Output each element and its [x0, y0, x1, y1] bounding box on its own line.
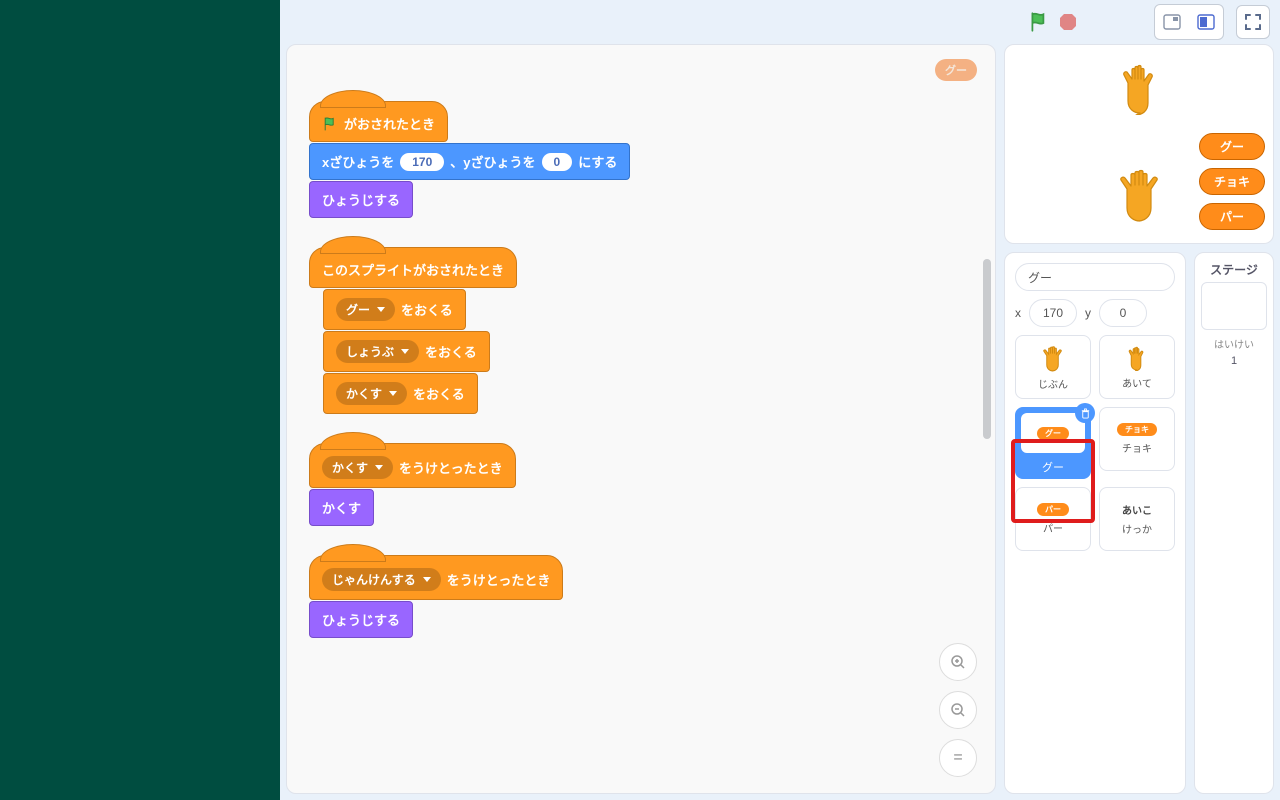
y-input[interactable]: 0	[542, 153, 573, 171]
block-label: ひょうじする	[322, 610, 400, 629]
goto-xy-block[interactable]: xざひょうを 170 、yざひょうを 0 にする	[309, 143, 630, 180]
y-label: y	[1085, 306, 1091, 320]
fullscreen-button[interactable]	[1236, 5, 1270, 39]
sprite-tile-pa[interactable]: パー パー	[1015, 487, 1091, 551]
small-stage-button[interactable]	[1158, 8, 1186, 36]
sprite-label: けっか	[1122, 521, 1152, 536]
large-stage-button[interactable]	[1192, 8, 1220, 36]
broadcast-block[interactable]: しょうぶをおくる	[323, 331, 490, 372]
y-input[interactable]: 0	[1099, 299, 1147, 327]
block-label: 、yざひょうを	[450, 152, 535, 171]
zoom-in-button[interactable]	[939, 643, 977, 681]
x-input[interactable]: 170	[1029, 299, 1077, 327]
sprite-label: じぶん	[1038, 376, 1068, 391]
stage-button-choki[interactable]: チョキ	[1199, 168, 1265, 195]
sprite-aite[interactable]	[1115, 61, 1165, 115]
message-dropdown[interactable]: しょうぶ	[336, 340, 419, 363]
broadcast-block[interactable]: グーをおくる	[323, 289, 466, 330]
sprite-thumb-text: あいこ	[1122, 502, 1152, 517]
stage-button-gu[interactable]: グー	[1199, 133, 1265, 160]
show-block[interactable]: ひょうじする	[309, 181, 413, 218]
broadcast-block[interactable]: かくすをおくる	[323, 373, 478, 414]
sprite-pane: x 170 y 0 じぶん あいて	[1004, 252, 1186, 794]
stage-header	[280, 0, 1280, 44]
sprite-thumb-pill: チョキ	[1117, 423, 1157, 436]
app-main: グー がおされたとき xざひょうを 170 、yざひょうを 0 にする	[280, 0, 1280, 800]
block-label: にする	[578, 152, 617, 171]
delete-sprite-icon[interactable]	[1075, 403, 1095, 423]
block-label: がおされたとき	[344, 114, 435, 133]
sprite-tile-kekka[interactable]: あいこ けっか	[1099, 487, 1175, 551]
stage-button-pa[interactable]: パー	[1199, 203, 1265, 230]
sprite-tile-aite[interactable]: あいて	[1099, 335, 1175, 399]
hide-block[interactable]: かくす	[309, 489, 374, 526]
sprite-label: グー	[1017, 457, 1089, 477]
x-label: x	[1015, 306, 1021, 320]
stage-thumbnail[interactable]	[1201, 282, 1267, 330]
sprite-jibun[interactable]	[1113, 165, 1167, 223]
stop-icon[interactable]	[1058, 12, 1078, 32]
message-dropdown[interactable]: じゃんけんする	[322, 568, 441, 591]
block-label: をおくる	[413, 384, 465, 403]
block-label: をおくる	[401, 300, 453, 319]
zoom-out-button[interactable]	[939, 691, 977, 729]
show-block[interactable]: ひょうじする	[309, 601, 413, 638]
scrollbar[interactable]	[983, 259, 991, 439]
block-label: ひょうじする	[322, 190, 400, 209]
stage-selector[interactable]: ステージ はいけい 1	[1194, 252, 1274, 794]
green-flag-icon[interactable]	[1028, 11, 1050, 33]
when-sprite-clicked-block[interactable]: このスプライトがおされたとき	[309, 247, 517, 288]
sprite-thumb-pill: グー	[1037, 427, 1069, 440]
script-area[interactable]: グー がおされたとき xざひょうを 170 、yざひょうを 0 にする	[286, 44, 996, 794]
flag-icon	[322, 116, 338, 132]
sprite-watermark: グー	[935, 59, 977, 81]
stage-title: ステージ	[1199, 261, 1269, 278]
block-label: をおくる	[425, 342, 477, 361]
sprite-label: あいて	[1122, 375, 1152, 390]
backdrops-label: はいけい	[1199, 336, 1269, 351]
message-dropdown[interactable]: グー	[336, 298, 395, 321]
block-label: xざひょうを	[322, 152, 394, 171]
backdrops-count: 1	[1199, 355, 1269, 367]
sprite-thumb-pill: パー	[1037, 503, 1069, 516]
block-label: かくす	[322, 498, 361, 517]
zoom-reset-button[interactable]: =	[939, 739, 977, 777]
stage-size-toggle	[1154, 4, 1224, 40]
block-label: このスプライトがおされたとき	[322, 260, 504, 279]
block-label: をうけとったとき	[399, 458, 503, 477]
when-flag-clicked-block[interactable]: がおされたとき	[309, 101, 448, 142]
x-input[interactable]: 170	[400, 153, 444, 171]
message-dropdown[interactable]: かくす	[336, 382, 407, 405]
stage-canvas[interactable]: グー チョキ パー	[1004, 44, 1274, 244]
app-left-gutter	[0, 0, 280, 800]
sprite-tile-choki[interactable]: チョキ チョキ	[1099, 407, 1175, 471]
block-label: をうけとったとき	[447, 570, 551, 589]
when-receive-block[interactable]: じゃんけんするをうけとったとき	[309, 555, 563, 600]
when-receive-block[interactable]: かくすをうけとったとき	[309, 443, 516, 488]
sprite-name-input[interactable]	[1015, 263, 1175, 291]
sprite-label: チョキ	[1122, 440, 1152, 455]
sprite-tile-jibun[interactable]: じぶん	[1015, 335, 1091, 399]
sprite-label: パー	[1043, 520, 1063, 535]
sprite-tile-gu[interactable]: グー グー	[1015, 407, 1091, 479]
message-dropdown[interactable]: かくす	[322, 456, 393, 479]
